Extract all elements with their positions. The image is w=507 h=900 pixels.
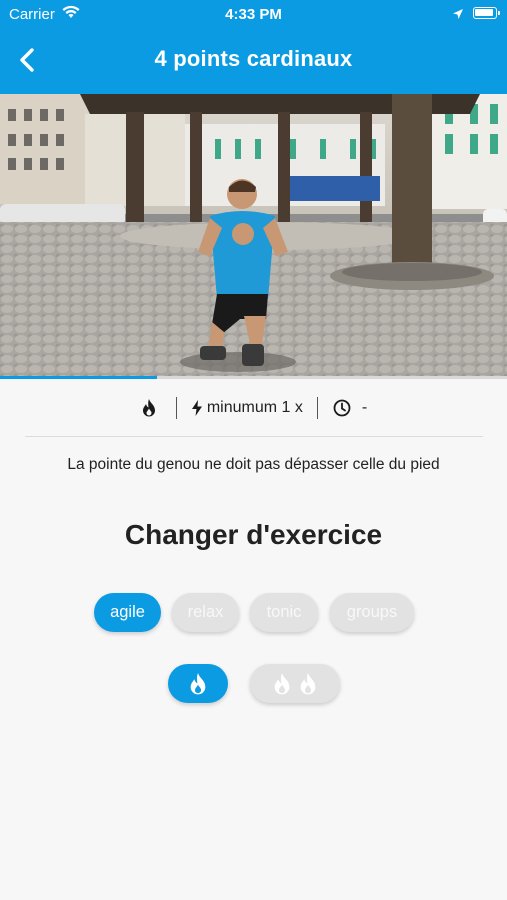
nav-bar: 4 points cardinaux — [0, 28, 507, 94]
change-exercise-title: Changer d'exercice — [124, 519, 383, 550]
info-divider — [316, 397, 318, 419]
exercise-video[interactable] — [0, 94, 507, 377]
level-chip-1[interactable] — [168, 664, 228, 703]
top-bar: Carrier 4:33 PM 4 points cardinaux — [0, 0, 507, 94]
fire-icon — [274, 672, 290, 694]
duration-text: - — [361, 399, 368, 416]
exercise-tip: La pointe du genou ne doit pas dépasser … — [67, 456, 440, 473]
category-chip-tonic[interactable]: tonic — [250, 593, 318, 632]
info-divider — [175, 397, 177, 419]
section-divider — [25, 436, 483, 437]
page-title: 4 points cardinaux — [154, 46, 353, 71]
repetitions-text: minumum 1 x — [206, 399, 303, 416]
clock-icon — [333, 399, 351, 417]
status-time: 4:33 PM — [225, 6, 282, 23]
category-chip-agile[interactable]: agile — [94, 593, 161, 632]
bolt-icon — [191, 400, 202, 416]
duration-info: - — [332, 398, 367, 418]
category-chips: agile relax tonic groups — [0, 593, 507, 633]
exercise-photo — [0, 94, 507, 377]
exercise-info-row: minumum 1 x - — [0, 394, 507, 422]
fire-icon — [190, 672, 206, 694]
category-chip-relax[interactable]: relax — [172, 593, 239, 632]
video-progress-bar[interactable] — [0, 376, 507, 379]
location-arrow-icon — [452, 7, 464, 24]
video-progress-fill — [0, 376, 158, 379]
level-chips — [0, 664, 507, 704]
category-chip-groups[interactable]: groups — [330, 593, 414, 632]
fire-icon — [142, 399, 155, 417]
repetitions-info: minumum 1 x — [191, 399, 303, 417]
battery-icon — [473, 7, 500, 19]
level-chip-2[interactable] — [250, 664, 340, 703]
intensity-info — [140, 398, 162, 418]
status-bar: Carrier 4:33 PM — [0, 0, 507, 28]
fire-icon — [300, 672, 316, 694]
